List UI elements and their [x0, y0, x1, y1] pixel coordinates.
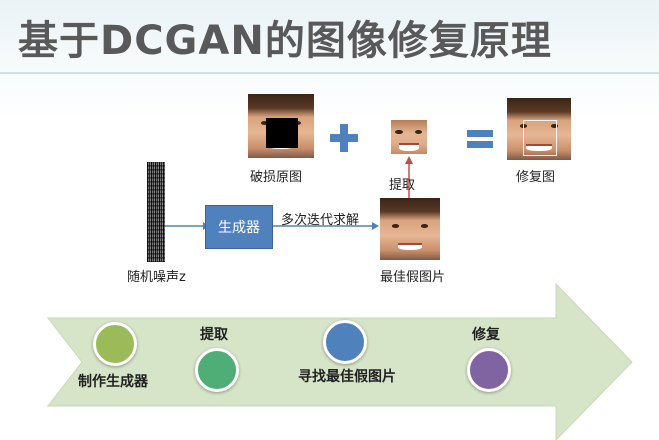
best-fake-face-image [380, 198, 440, 260]
step-dot-repair [467, 348, 511, 392]
best-fake-label: 最佳假图片 [380, 270, 446, 285]
extracted-patch-image [391, 120, 427, 154]
damaged-face-image [248, 94, 314, 158]
repaired-image-label: 修复图 [516, 170, 556, 185]
generator-to-fake-arrowhead [372, 222, 379, 230]
damaged-image-label: 破损原图 [250, 170, 303, 185]
extract-label: 提取 [389, 178, 416, 193]
repaired-face-image [507, 98, 571, 160]
step-label-make-generator: 制作生成器 [78, 374, 148, 390]
step-label-extract: 提取 [200, 327, 228, 343]
fake-to-extract-arrowhead [405, 156, 413, 164]
repaired-region-outline [523, 120, 557, 156]
random-noise-image [147, 162, 165, 262]
slide: 基于DCGAN的图像修复原理 破损原图 提取 修复图 随机噪声z 生成器 多次迭… [0, 0, 659, 440]
step-label-repair: 修复 [472, 327, 500, 343]
noise-label: 随机噪声z [127, 270, 186, 285]
iterate-label: 多次迭代求解 [281, 213, 360, 228]
generator-box: 生成器 [205, 205, 273, 249]
equals-icon-bottom [467, 141, 493, 148]
step-dot-find-best-fake [323, 320, 367, 364]
step-dot-extract [195, 348, 239, 392]
step-dot-make-generator [93, 322, 137, 366]
step-label-find-best-fake: 寻找最佳假图片 [298, 369, 396, 385]
equals-icon-top [467, 130, 493, 137]
occlusion-mask [266, 118, 298, 148]
plus-icon-v [340, 124, 348, 152]
